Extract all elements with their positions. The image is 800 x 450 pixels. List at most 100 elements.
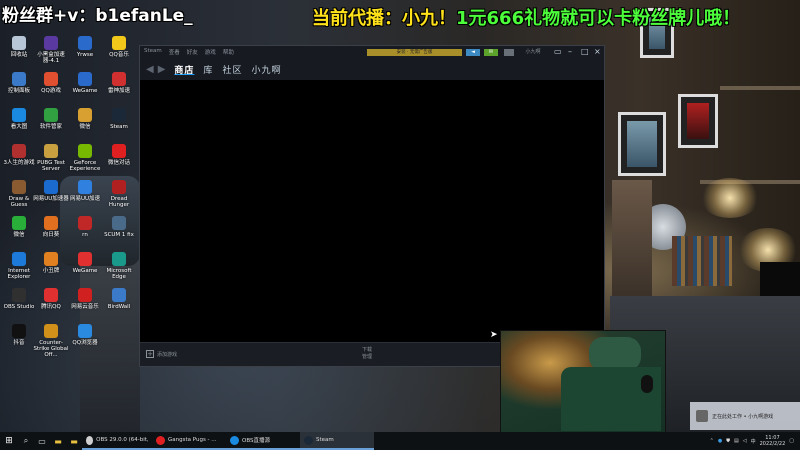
- desktop-icon[interactable]: Steam: [100, 108, 138, 130]
- tab-community[interactable]: 社区: [222, 63, 242, 76]
- obs-icon: [12, 288, 26, 302]
- tab-store[interactable]: 商店: [174, 63, 194, 76]
- desktop-icon[interactable]: 软件管家: [32, 108, 70, 130]
- back-arrow-icon[interactable]: ◀: [146, 64, 154, 75]
- tray-up-arrow-icon[interactable]: ⌃: [710, 438, 714, 444]
- minimize-icon[interactable]: –: [568, 47, 572, 56]
- desktop-icon[interactable]: SCUM 1 fix: [100, 216, 138, 238]
- close-icon[interactable]: ×: [594, 47, 601, 56]
- software-manager-icon: [44, 108, 58, 122]
- desktop-icon[interactable]: BirdWall: [100, 288, 138, 310]
- notifications-button[interactable]: ✉: [484, 49, 498, 56]
- avatar[interactable]: [504, 49, 514, 56]
- desktop-icon[interactable]: WeGame: [66, 252, 104, 274]
- file-explorer-icon[interactable]: ▬: [50, 432, 66, 450]
- tab-library[interactable]: 库: [203, 63, 213, 76]
- steam-titlebar[interactable]: Steam 查看 好友 游戏 帮助 安装 · 无需广告版 ◄ ✉ 小九啊 ▭ –…: [140, 46, 604, 58]
- desktop-icon-label: PUBG Test Server: [37, 160, 65, 172]
- taskbar-app-button[interactable]: OBS直播源: [226, 432, 300, 450]
- announcements-button[interactable]: ◄: [466, 49, 480, 56]
- notification-text: 正在此处工作 • 小九啊游戏: [712, 413, 774, 420]
- notification-center-icon[interactable]: ▢: [789, 438, 794, 444]
- shield-icon[interactable]: ⛊: [726, 438, 730, 444]
- desktop-icon[interactable]: QQ游戏: [32, 72, 70, 94]
- clock[interactable]: 11:07 2022/2/22: [760, 435, 786, 447]
- desktop-icon[interactable]: QQ浏览器: [66, 324, 104, 346]
- tab-profile[interactable]: 小九啊: [251, 63, 281, 76]
- notification-toast[interactable]: 正在此处工作 • 小九啊游戏: [690, 402, 800, 430]
- menu-item-steam[interactable]: Steam: [144, 48, 162, 56]
- desktop-icon[interactable]: Dread Hunger: [100, 180, 138, 208]
- desktop-icon[interactable]: 腾讯QQ: [32, 288, 70, 310]
- ie-icon: [12, 252, 26, 266]
- start-button-icon[interactable]: ⊞: [0, 432, 18, 450]
- desktop-icon-label: Dread Hunger: [108, 196, 130, 208]
- geforce-icon: [78, 144, 92, 158]
- steam-content-area[interactable]: [140, 80, 604, 344]
- folder-icon[interactable]: ▬: [66, 432, 82, 450]
- shelf: [720, 86, 800, 90]
- search-icon[interactable]: ⌕: [18, 432, 34, 450]
- desktop-icon[interactable]: PUBG Test Server: [32, 144, 70, 172]
- account-name[interactable]: 小九啊: [518, 49, 548, 56]
- desktop-icon-label: GeForce Experience: [69, 160, 101, 172]
- cabinet: [612, 180, 652, 300]
- desktop-icon[interactable]: 微信: [66, 108, 104, 130]
- desktop-icon-label: QQ游戏: [41, 88, 61, 94]
- netease-music-icon: [78, 288, 92, 302]
- desktop-icon[interactable]: QQ音乐: [100, 36, 138, 58]
- xiaoheihe-icon: [44, 36, 58, 50]
- forward-arrow-icon[interactable]: ▶: [158, 64, 166, 75]
- maximize-icon[interactable]: □: [581, 47, 589, 56]
- desktop-icon-label: Steam: [110, 124, 128, 130]
- taskbar-app-button[interactable]: OBS 29.0.0 (64-bit, wi...: [82, 432, 152, 450]
- taskbar-app-label: Steam: [316, 437, 334, 443]
- screenshot-icon[interactable]: ▭: [554, 47, 562, 56]
- taskbar-app-button[interactable]: Steam: [300, 432, 374, 450]
- joker-icon: [44, 252, 58, 266]
- qq-music-icon: [112, 36, 126, 50]
- downloads-button[interactable]: 下载 管理: [362, 347, 372, 361]
- desktop-icon[interactable]: GeForce Experience: [66, 144, 104, 172]
- desktop-icon[interactable]: Yrwse: [66, 36, 104, 58]
- desktop-icon[interactable]: 小黑盒加速器-4.1: [32, 36, 70, 64]
- taskbar-app-label: OBS直播源: [242, 438, 270, 444]
- desktop-icon[interactable]: Microsoft Edge: [100, 252, 138, 280]
- menu-item-help[interactable]: 帮助: [223, 48, 234, 56]
- menu-item-friends[interactable]: 好友: [187, 48, 198, 56]
- desktop-icon[interactable]: 小丑牌: [32, 252, 70, 274]
- rn-icon: [78, 216, 92, 230]
- desktop-icon-label: QQ音乐: [109, 52, 129, 58]
- downloads-status: 管理: [362, 354, 373, 360]
- wegame-icon: [78, 252, 92, 266]
- desktop-icon-label: WeGame: [72, 268, 98, 274]
- desktop-icon-label: Draw & Guess: [8, 196, 30, 208]
- desktop-icon[interactable]: WeGame: [66, 72, 104, 94]
- network-icon[interactable]: ▤: [734, 438, 739, 444]
- tray-app-icon[interactable]: ●: [718, 438, 722, 444]
- desktop-icon[interactable]: 向日葵: [32, 216, 70, 238]
- volume-icon[interactable]: ◁: [743, 438, 747, 444]
- steam-window[interactable]: Steam 查看 好友 游戏 帮助 安装 · 无需广告版 ◄ ✉ 小九啊 ▭ –…: [139, 45, 605, 367]
- desktop-icon-label: 抖音: [13, 340, 25, 346]
- ime-icon[interactable]: 中: [751, 438, 756, 445]
- image-viewer-icon: [12, 108, 26, 122]
- menu-item-games[interactable]: 游戏: [205, 48, 216, 56]
- desktop-icon[interactable]: 网易云音乐: [66, 288, 104, 310]
- desktop-icon[interactable]: 微信对话: [100, 144, 138, 166]
- desktop-icon[interactable]: 雷神加速: [100, 72, 138, 94]
- add-game-button[interactable]: + 添加游戏: [146, 350, 177, 358]
- desktop-icon[interactable]: 网易UU加速: [66, 180, 104, 202]
- menu-item-view[interactable]: 查看: [169, 48, 180, 56]
- desktop-icon[interactable]: Counter-Strike Global Off...: [32, 324, 70, 358]
- task-view-icon[interactable]: ▭: [34, 432, 50, 450]
- desktop-icon-label: rn: [82, 232, 88, 238]
- desktop-icon[interactable]: rn: [66, 216, 104, 238]
- wechat-icon: [12, 216, 26, 230]
- edge-icon: [112, 252, 126, 266]
- desktop-icon-label: 软件管家: [39, 124, 62, 130]
- taskbar-app-button[interactable]: Gangsta Pugs - ...: [152, 432, 226, 450]
- taskbar-app-label: Gangsta Pugs - ...: [168, 437, 217, 443]
- desktop-icon[interactable]: 网易UU加速器: [32, 180, 70, 202]
- install-button[interactable]: 安装 · 无需广告版: [367, 49, 462, 56]
